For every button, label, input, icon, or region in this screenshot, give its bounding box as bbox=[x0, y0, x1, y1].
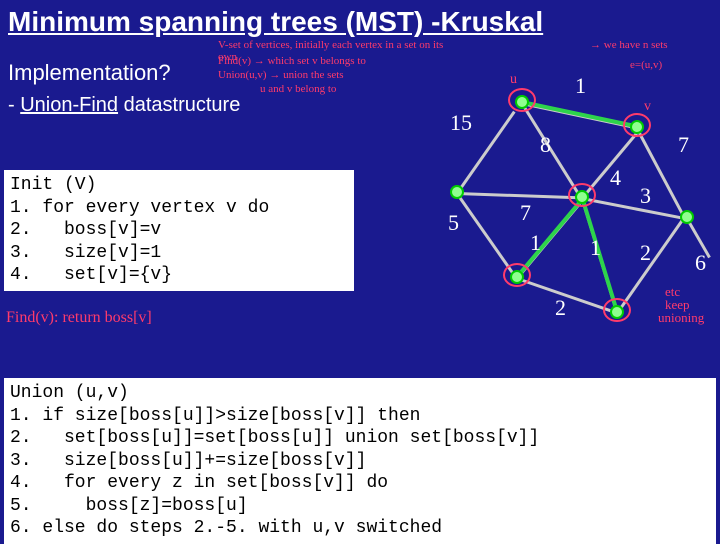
w-7r: 7 bbox=[678, 132, 689, 158]
w-8: 8 bbox=[540, 132, 551, 158]
handnote-find: Find(v) → which set v belongs to bbox=[218, 56, 366, 68]
handnote-find-return: Find(v): return boss[v] bbox=[6, 310, 152, 327]
page-title: Minimum spanning trees (MST) -Kruskal bbox=[0, 0, 720, 42]
handnote-nsets: → we have n sets bbox=[590, 40, 668, 52]
handnote-etc3: unioning bbox=[658, 311, 704, 325]
edge-cd bbox=[457, 192, 582, 199]
w-2r: 2 bbox=[640, 240, 651, 266]
union-find-link[interactable]: Union-Find bbox=[20, 94, 118, 116]
init-code: Init (V) 1. for every vertex v do 2. bos… bbox=[4, 170, 354, 291]
w-1l: 1 bbox=[530, 230, 541, 256]
w-2b: 2 bbox=[555, 295, 566, 321]
w-1r: 1 bbox=[590, 235, 601, 261]
w-1-top: 1 bbox=[575, 73, 586, 99]
handnote-belong: u and v belong to bbox=[260, 84, 336, 96]
w-15: 15 bbox=[450, 110, 472, 136]
ring-d bbox=[568, 183, 596, 207]
mst-edge-ab bbox=[522, 100, 635, 128]
w-3: 3 bbox=[640, 183, 651, 209]
node-e bbox=[680, 210, 694, 224]
node-c bbox=[450, 185, 464, 199]
label-v: v bbox=[644, 100, 651, 115]
edge-ad bbox=[521, 103, 582, 198]
ds-prefix: - bbox=[8, 94, 20, 116]
graph-diagram: u v 1 15 8 7 4 3 5 7 1 1 2 2 6 etc keep … bbox=[400, 70, 710, 350]
w-5: 5 bbox=[448, 210, 459, 236]
label-u: u bbox=[510, 73, 517, 88]
w-4: 4 bbox=[610, 165, 621, 191]
handnote-union: Union(u,v) → union the sets bbox=[218, 70, 344, 82]
ds-suffix: datastructure bbox=[118, 94, 240, 116]
ring-f bbox=[503, 263, 531, 287]
w-7m: 7 bbox=[520, 200, 531, 226]
union-code: Union (u,v) 1. if size[boss[u]]>size[bos… bbox=[4, 378, 716, 544]
ring-b bbox=[623, 113, 651, 137]
ring-a bbox=[508, 88, 536, 112]
ring-g bbox=[603, 298, 631, 322]
edge-de bbox=[582, 197, 688, 220]
w-6: 6 bbox=[695, 250, 706, 276]
